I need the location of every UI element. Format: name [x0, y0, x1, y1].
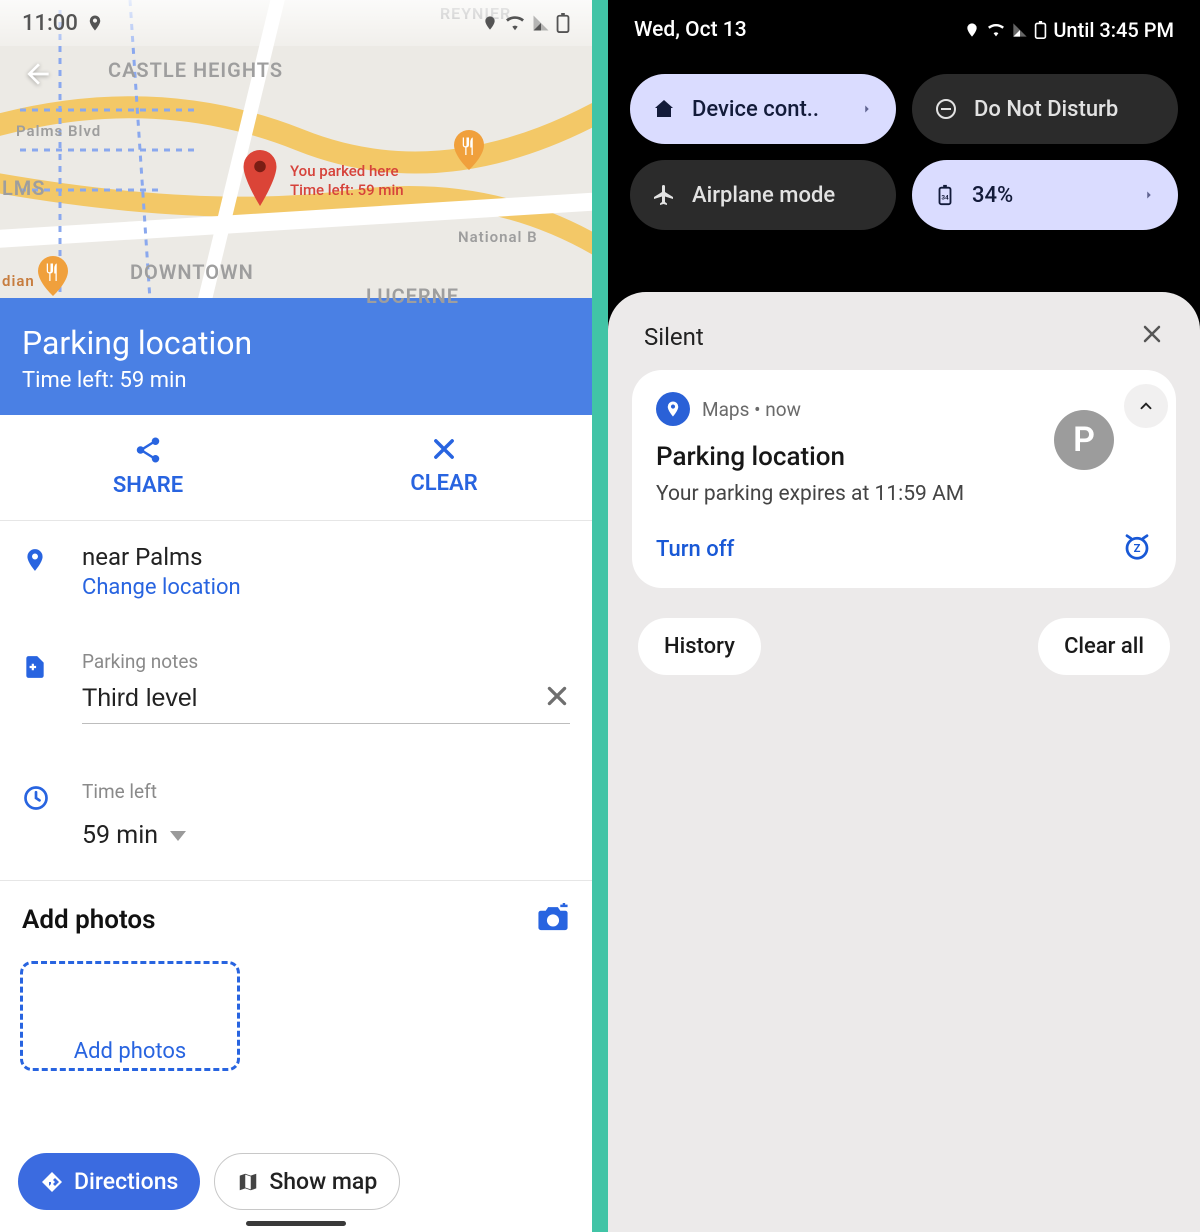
qs-airplane[interactable]: Airplane mode: [630, 160, 896, 230]
battery-icon: [556, 13, 570, 33]
wifi-icon: [504, 14, 526, 32]
turn-off-button[interactable]: Turn off: [656, 537, 734, 562]
history-button[interactable]: History: [638, 618, 761, 675]
notification-card[interactable]: Maps • now P Parking location Your parki…: [632, 370, 1176, 588]
map-label: National B: [458, 228, 538, 246]
status-time: 11:00: [22, 11, 78, 36]
notification-footer: History Clear all: [632, 618, 1176, 675]
maps-parking-screen: 11:00 CASTLE HEIGHTS Palms Blvd LMS DOWN…: [0, 0, 592, 1232]
clear-all-button[interactable]: Clear all: [1038, 618, 1170, 675]
bottom-action-bar: Directions Show map: [0, 1139, 592, 1232]
clear-button[interactable]: CLEAR: [296, 415, 592, 520]
signal-icon: [532, 14, 550, 32]
expand-notification-button[interactable]: [1124, 384, 1168, 428]
chevron-down-icon: [170, 831, 186, 841]
silent-label: Silent: [644, 323, 704, 351]
parking-header: Parking location Time left: 59 min: [0, 298, 592, 415]
home-indicator: [246, 1221, 346, 1226]
map-label: LMS: [2, 176, 46, 200]
battery-saver-icon: 34: [934, 184, 956, 206]
poi-restaurant-icon[interactable]: [38, 256, 68, 296]
dnd-icon: [934, 97, 958, 121]
time-left-dropdown[interactable]: 59 min: [82, 821, 570, 850]
parking-pin-icon[interactable]: [240, 150, 280, 210]
notification-app-meta: Maps • now: [702, 398, 801, 421]
qs-battery[interactable]: 34 34%: [912, 160, 1178, 230]
back-button[interactable]: [22, 58, 54, 94]
qs-dnd[interactable]: Do Not Disturb: [912, 74, 1178, 144]
chevron-right-icon: [1142, 183, 1156, 208]
header-subtitle: Time left: 59 min: [22, 368, 570, 393]
status-date: Wed, Oct 13: [634, 18, 747, 42]
dnd-until: Until 3:45 PM: [1053, 18, 1174, 42]
share-button[interactable]: SHARE: [0, 415, 296, 520]
header-title: Parking location: [22, 324, 570, 362]
notes-row: Parking notes: [0, 628, 592, 724]
directions-button[interactable]: Directions: [18, 1153, 200, 1210]
add-photos-placeholder[interactable]: Add photos: [20, 961, 240, 1071]
time-left-label: Time left: [82, 780, 570, 803]
map-label: LUCERNE: [366, 284, 459, 308]
notification-shade-screen: Wed, Oct 13 Until 3:45 PM Device cont.. …: [608, 0, 1200, 1232]
svg-text:Z: Z: [1134, 542, 1141, 555]
pin-icon: [22, 543, 82, 577]
time-left-row: Time left 59 min: [0, 758, 592, 850]
map-label: DOWNTOWN: [130, 260, 254, 284]
quick-settings: Device cont.. Do Not Disturb Airplane mo…: [608, 46, 1200, 260]
battery-icon: [1034, 21, 1047, 39]
location-icon: [964, 22, 980, 38]
home-icon: [652, 97, 676, 121]
poi-restaurant-icon[interactable]: [454, 130, 484, 170]
map-label: dian: [2, 272, 35, 290]
location-name: near Palms: [82, 543, 570, 571]
signal-icon: [1012, 22, 1028, 38]
add-photos-header: Add photos: [0, 881, 592, 937]
svg-text:34: 34: [941, 194, 949, 202]
qs-device-controls[interactable]: Device cont..: [630, 74, 896, 144]
map-label: CASTLE HEIGHTS: [108, 58, 283, 82]
location-icon: [86, 14, 104, 32]
notes-label: Parking notes: [82, 650, 570, 673]
location-icon: [482, 15, 498, 31]
notification-body: Your parking expires at 11:59 AM: [656, 482, 1152, 506]
change-location-link[interactable]: Change location: [82, 575, 570, 600]
pin-callout: You parked here Time left: 59 min: [290, 162, 404, 200]
wifi-icon: [986, 22, 1006, 38]
clear-notes-button[interactable]: [544, 683, 570, 713]
action-row: SHARE CLEAR: [0, 415, 592, 521]
location-row: near Palms Change location: [0, 521, 592, 600]
snooze-button[interactable]: Z: [1122, 532, 1152, 566]
status-bar: Wed, Oct 13 Until 3:45 PM: [608, 0, 1200, 46]
show-map-button[interactable]: Show map: [214, 1153, 400, 1210]
add-photos-title: Add photos: [22, 905, 155, 935]
parking-avatar-icon: P: [1054, 410, 1114, 470]
dismiss-silent-button[interactable]: [1140, 322, 1164, 352]
notes-icon: [22, 650, 82, 684]
notes-input[interactable]: [82, 684, 544, 713]
add-photo-camera-button[interactable]: [536, 903, 570, 937]
chevron-right-icon: [860, 97, 874, 122]
notification-sheet: Silent Maps • now P Parking location Y: [608, 292, 1200, 1232]
clock-icon: [22, 780, 82, 816]
status-bar: 11:00: [0, 0, 592, 46]
silent-header: Silent: [632, 322, 1176, 370]
airplane-icon: [652, 183, 676, 207]
map-label: Palms Blvd: [16, 122, 101, 140]
maps-app-icon: [656, 392, 690, 426]
